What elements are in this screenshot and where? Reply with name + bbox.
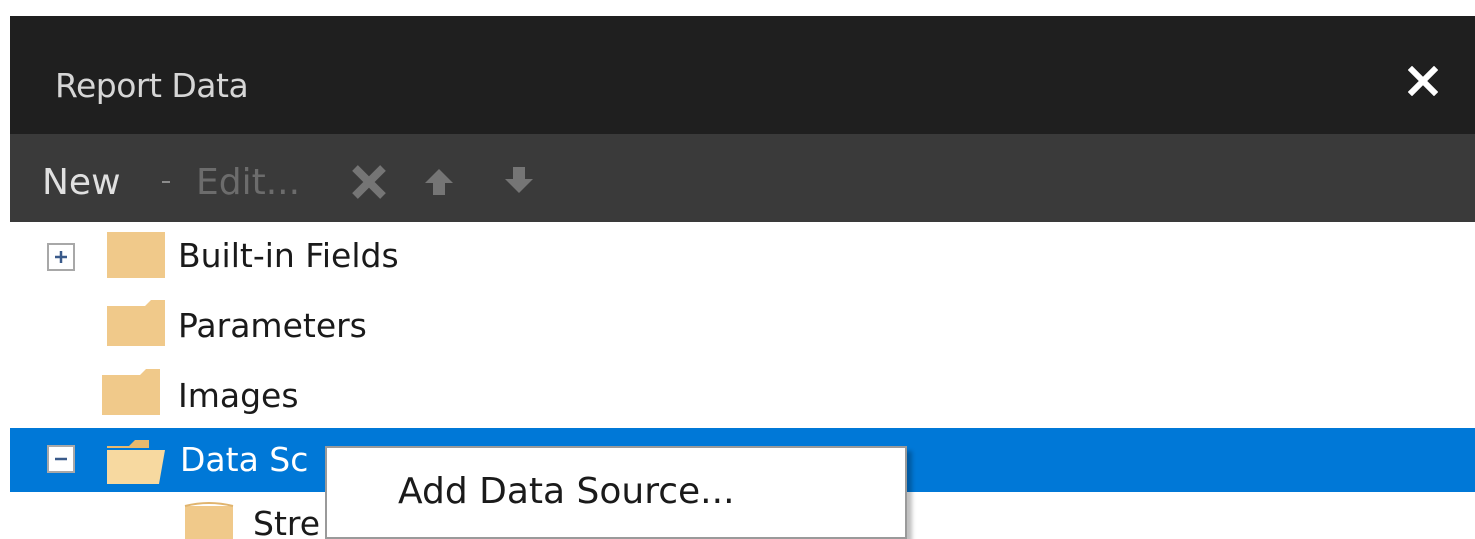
new-button[interactable]: New: [42, 162, 121, 204]
folder-icon: [107, 232, 165, 278]
top-strip: [0, 0, 1475, 16]
tree-item-label: Built-in Fields: [178, 236, 399, 275]
tree-item-built-in-fields[interactable]: Built-in Fields: [10, 222, 1475, 292]
menu-item-add-data-source[interactable]: Add Data Source...: [398, 470, 735, 514]
tree-child-label[interactable]: Stre: [253, 504, 320, 539]
delete-icon: [352, 165, 386, 199]
minus-icon: [55, 457, 67, 461]
tree-item-label: Data Sc: [180, 440, 309, 479]
move-down-button[interactable]: [500, 161, 538, 199]
collapse-button[interactable]: [47, 445, 75, 473]
edit-button[interactable]: Edit...: [196, 162, 300, 204]
move-up-icon: [425, 169, 453, 195]
delete-button[interactable]: [347, 160, 391, 204]
folder-icon: [184, 502, 234, 539]
tree-item-label: Parameters: [178, 306, 367, 345]
move-down-icon: [505, 167, 533, 193]
tree-item-label: Images: [178, 376, 299, 415]
plus-icon: [55, 251, 67, 263]
close-icon: [1408, 66, 1438, 96]
tree-item-parameters[interactable]: Parameters: [10, 292, 1475, 362]
folder-icon: [107, 300, 165, 346]
panel-title: Report Data: [55, 66, 249, 105]
new-dropdown-separator: [162, 181, 170, 183]
move-up-button[interactable]: [420, 163, 458, 201]
context-menu: Add Data Source...: [325, 446, 907, 539]
folder-icon: [102, 369, 160, 415]
expand-button[interactable]: [47, 243, 75, 271]
close-button[interactable]: [1404, 62, 1442, 100]
open-folder-icon: [107, 440, 165, 484]
tree-item-images[interactable]: Images: [10, 362, 1475, 432]
report-data-window: Report Data New Edit... Built-in Fields …: [0, 0, 1475, 539]
